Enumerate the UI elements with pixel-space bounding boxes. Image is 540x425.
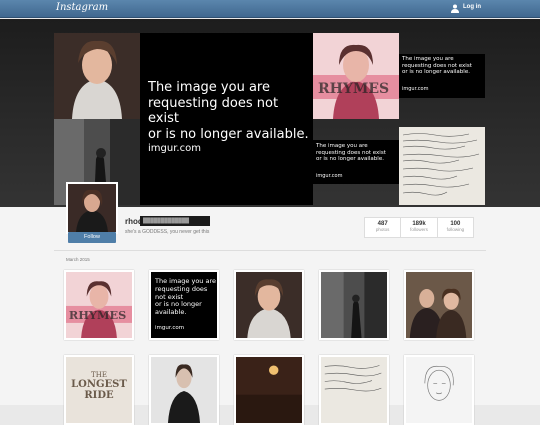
stat-photos[interactable]: 487 photos: [365, 218, 402, 237]
unavailable-line: requesting does not exist: [148, 95, 279, 127]
poster-text: THE: [91, 371, 107, 379]
hero-image-unavailable-small-2[interactable]: The image you are requesting does not ex…: [313, 140, 399, 184]
hero-photo-pink[interactable]: RHYMES: [313, 33, 399, 119]
stat-followers[interactable]: 189k followers: [401, 218, 438, 237]
unavailable-line: or is no longer available.: [316, 156, 384, 163]
feed-photo-sketch[interactable]: [404, 355, 474, 425]
feed-photo-longest-ride[interactable]: THE LONGEST RIDE: [64, 355, 134, 425]
stat-label: photos: [375, 227, 390, 232]
feed-photo[interactable]: [404, 270, 474, 340]
svg-text:RHYMES: RHYMES: [69, 308, 126, 322]
feed-photo[interactable]: [234, 355, 304, 425]
unavailable-line: The image you are: [402, 56, 454, 62]
unavailable-line: The image you are: [148, 80, 270, 95]
unavailable-line: or is no longer available.: [148, 126, 309, 142]
profile-bio: she's a GODDESS, you never get this: [125, 229, 210, 235]
unavailable-line: requesting does not exist: [316, 149, 386, 156]
profile-avatar[interactable]: [66, 182, 118, 234]
stat-following[interactable]: 100 following: [438, 218, 473, 237]
poster-text: RIDE: [84, 390, 114, 401]
unavailable-line: The image you are: [316, 143, 368, 149]
unavailable-url: imgur.com: [402, 86, 429, 92]
follow-button[interactable]: Follow: [68, 232, 116, 243]
user-icon[interactable]: [451, 4, 459, 13]
login-link[interactable]: Log in: [463, 4, 481, 10]
poster-text: LONGEST: [71, 379, 127, 390]
feed-photo[interactable]: [319, 270, 389, 340]
feed-photo[interactable]: [149, 355, 219, 425]
hero-photo-portrait[interactable]: [54, 33, 140, 119]
username-redacted: █████████████: [140, 216, 210, 226]
feed-photo-unavailable[interactable]: The image you are requesting does not ex…: [149, 270, 219, 340]
hero-image-unavailable-small[interactable]: The image you are requesting does not ex…: [399, 54, 485, 98]
stat-label: following: [446, 227, 465, 232]
stat-label: followers: [410, 227, 428, 232]
month-heading: March 2015: [66, 257, 90, 262]
feed-photo[interactable]: [234, 270, 304, 340]
profile-stats: 487 photos 189k followers 100 following: [364, 217, 474, 238]
feed-photo-note[interactable]: [319, 355, 389, 425]
unavailable-line: requesting does not exist: [402, 62, 472, 69]
hero-photo-note[interactable]: [399, 127, 485, 205]
hero-image-unavailable[interactable]: The image you are requesting does not ex…: [140, 33, 313, 205]
unavailable-line: requesting does not exist: [155, 284, 208, 301]
unavailable-line: or is no longer available.: [155, 300, 202, 317]
feed-photo[interactable]: RHYMES: [64, 270, 134, 340]
divider: [54, 250, 486, 251]
unavailable-url: imgur.com: [155, 325, 185, 331]
hero-collage: The image you are requesting does not ex…: [0, 19, 540, 207]
unavailable-line: or is no longer available.: [402, 69, 470, 76]
unavailable-url: imgur.com: [148, 143, 201, 154]
top-navigation-bar: Instagram Log in: [0, 0, 540, 18]
unavailable-url: imgur.com: [316, 173, 343, 179]
svg-text:RHYMES: RHYMES: [318, 81, 389, 97]
instagram-logo[interactable]: Instagram: [56, 2, 108, 13]
